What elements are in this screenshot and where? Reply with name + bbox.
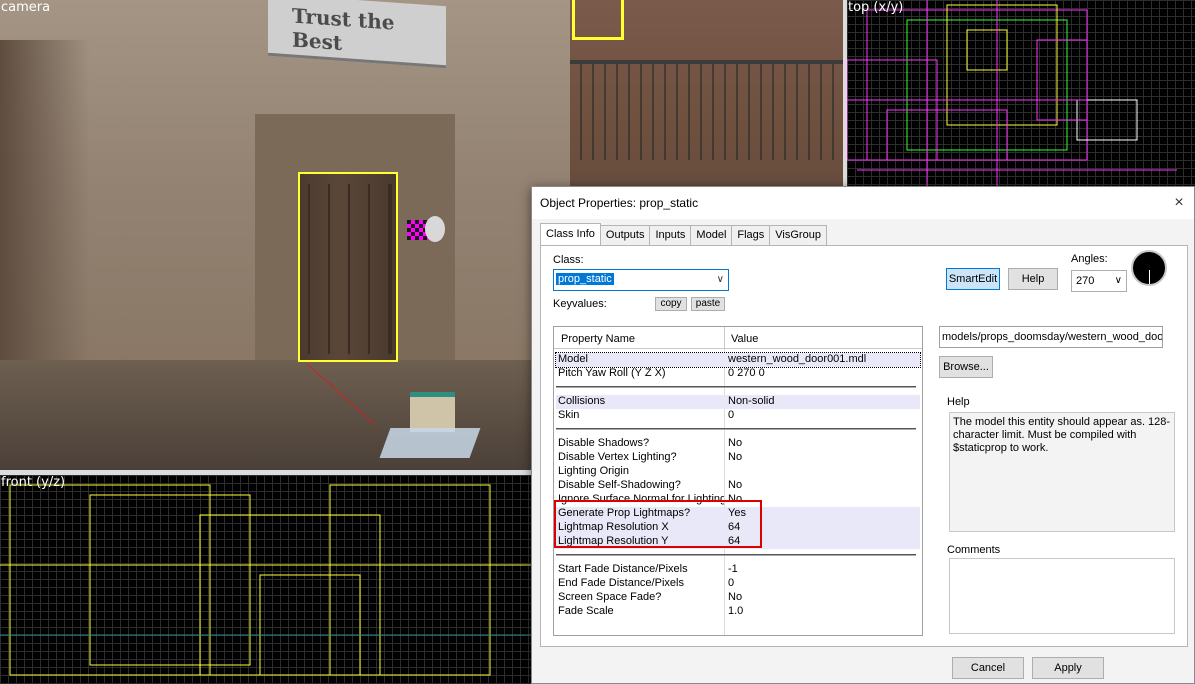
chevron-down-icon: ∨ (1114, 275, 1122, 286)
property-name: Lighting Origin (558, 465, 629, 477)
property-value: No (728, 451, 743, 463)
help-group-label: Help (947, 396, 970, 408)
angles-dropdown-value: 270 (1076, 275, 1095, 287)
property-name: Model (558, 353, 588, 365)
property-name: Skin (558, 409, 580, 421)
front-viewport-label[interactable]: front (y/z) (1, 475, 65, 490)
top-viewport[interactable]: top (x/y) (847, 0, 1195, 186)
property-value: 0 (728, 577, 735, 589)
angle-dial-icon[interactable] (1131, 250, 1167, 286)
help-text-box: The model this entity should appear as. … (949, 412, 1175, 532)
object-properties-dialog: Object Properties: prop_static × Class I… (531, 186, 1195, 684)
balcony-railing (570, 60, 843, 160)
supply-box-prop[interactable] (410, 392, 455, 432)
property-value: No (728, 479, 743, 491)
property-row[interactable]: Disable Vertex Lighting? No (556, 451, 920, 465)
keyvalues-label: Keyvalues: (553, 298, 607, 310)
tab-model[interactable]: Model (690, 225, 733, 245)
property-name: End Fade Distance/Pixels (558, 577, 684, 589)
class-dropdown[interactable]: prop_static ∨ (553, 269, 729, 291)
property-value: 1.0 (728, 605, 744, 617)
smartedit-button[interactable]: SmartEdit (946, 268, 1000, 290)
property-name: Disable Shadows? (558, 437, 650, 449)
property-row[interactable]: Fade Scale 1.0 (556, 605, 920, 619)
tab-flags[interactable]: Flags (731, 225, 771, 245)
group-divider (556, 428, 916, 430)
class-label: Class: (553, 254, 584, 266)
column-separator (724, 327, 725, 349)
property-name: Screen Space Fade? (558, 591, 662, 603)
tab-visgroup[interactable]: VisGroup (769, 225, 827, 245)
property-value: No (728, 437, 743, 449)
front-viewport[interactable]: front (y/z) (0, 475, 535, 684)
group-divider (556, 554, 916, 556)
keyvalues-property-grid[interactable]: Property Name Value Model western_wood_do… (553, 326, 923, 636)
help-button[interactable]: Help (1008, 268, 1058, 290)
dialog-titlebar[interactable]: Object Properties: prop_static × (532, 187, 1194, 219)
wall-sign-text: Trust the Best (292, 3, 395, 55)
property-value: 0 270 0 (728, 367, 765, 379)
chevron-down-icon: ∨ (716, 274, 724, 285)
property-grid-header: Property Name Value (554, 327, 922, 349)
comments-label: Comments (947, 544, 1001, 556)
property-name: Pitch Yaw Roll (Y Z X) (558, 367, 666, 379)
tab-strip: Class Info Outputs Inputs Model Flags Vi… (540, 223, 827, 245)
ground (0, 360, 570, 470)
selected-wood-door[interactable] (298, 172, 398, 362)
close-icon[interactable]: × (1164, 188, 1194, 218)
property-row[interactable]: End Fade Distance/Pixels 0 (556, 577, 920, 591)
property-value: No (728, 591, 743, 603)
angles-label: Angles: (1071, 253, 1108, 265)
browse-button[interactable]: Browse... (939, 356, 993, 378)
dialog-title: Object Properties: prop_static (540, 196, 699, 210)
property-row[interactable]: Lighting Origin (556, 465, 920, 479)
property-name: Fade Scale (558, 605, 614, 617)
property-row[interactable]: Disable Shadows? No (556, 437, 920, 451)
property-row[interactable]: Disable Self-Shadowing? No (556, 479, 920, 493)
class-dropdown-value: prop_static (556, 273, 614, 285)
property-name: Collisions (558, 395, 606, 407)
paste-button[interactable]: paste (691, 297, 725, 311)
cancel-button[interactable]: Cancel (952, 657, 1024, 679)
front-viewport-geometry (0, 484, 535, 676)
property-row[interactable]: Pitch Yaw Roll (Y Z X) 0 270 0 (556, 367, 920, 381)
property-name: Start Fade Distance/Pixels (558, 563, 688, 575)
wall-lamp[interactable] (425, 216, 445, 242)
comments-textarea[interactable] (949, 558, 1175, 634)
group-divider (556, 386, 916, 388)
selected-post-outline (572, 0, 624, 40)
copy-button[interactable]: copy (655, 297, 687, 311)
property-row[interactable]: Collisions Non-solid (556, 395, 920, 409)
angles-dropdown[interactable]: 270 ∨ (1071, 270, 1127, 292)
property-row[interactable]: Model western_wood_door001.mdl (555, 352, 921, 368)
property-row[interactable]: Start Fade Distance/Pixels -1 (556, 563, 920, 577)
top-viewport-geometry (847, 0, 1177, 186)
tab-inputs[interactable]: Inputs (649, 225, 692, 245)
apply-button[interactable]: Apply (1032, 657, 1104, 679)
property-value: western_wood_door001.mdl (728, 353, 867, 365)
camera-viewport-label[interactable]: camera (1, 0, 50, 15)
tab-class-info[interactable]: Class Info (540, 223, 601, 245)
model-value-field[interactable]: models/props_doomsday/western_wood_door (939, 326, 1163, 348)
property-name: Disable Vertex Lighting? (558, 451, 677, 463)
tab-outputs[interactable]: Outputs (599, 225, 651, 245)
property-value: -1 (728, 563, 738, 575)
property-name: Disable Self-Shadowing? (558, 479, 681, 491)
property-value: Non-solid (728, 395, 775, 407)
value-column-header[interactable]: Value (731, 333, 758, 345)
red-highlight-annotation (554, 500, 762, 548)
property-row[interactable]: Skin 0 (556, 409, 920, 423)
property-value: 0 (728, 409, 735, 421)
paper-decal (379, 428, 481, 458)
property-name-column-header[interactable]: Property Name (561, 333, 635, 345)
class-info-panel: Class: prop_static ∨ Keyvalues: copy pas… (540, 245, 1188, 647)
top-viewport-label[interactable]: top (x/y) (848, 0, 903, 15)
property-row[interactable]: Screen Space Fade? No (556, 591, 920, 605)
